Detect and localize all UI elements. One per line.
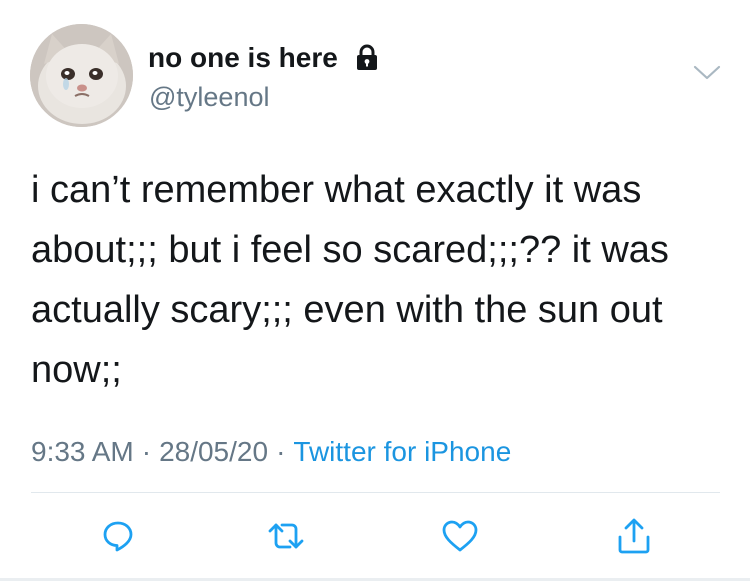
reply-icon bbox=[103, 521, 133, 552]
retweet-button[interactable] bbox=[264, 514, 308, 558]
avatar-image bbox=[30, 24, 133, 127]
tweet-time[interactable]: 9:33 AM bbox=[31, 436, 134, 467]
heart-icon bbox=[442, 520, 478, 552]
meta-separator: · bbox=[276, 436, 286, 467]
tweet-date[interactable]: 28/05/20 bbox=[159, 436, 268, 467]
divider bbox=[31, 492, 720, 493]
reply-button[interactable] bbox=[96, 514, 140, 558]
meta-separator: · bbox=[141, 436, 152, 467]
avatar[interactable] bbox=[30, 24, 133, 127]
username-handle[interactable]: @tyleenol bbox=[149, 80, 269, 114]
tweet-source-link[interactable]: Twitter for iPhone bbox=[293, 436, 511, 467]
retweet-icon bbox=[268, 523, 304, 549]
tweet-meta: 9:33 AM · 28/05/20 · Twitter for iPhone bbox=[31, 435, 511, 469]
display-name[interactable]: no one is here bbox=[148, 40, 338, 76]
like-button[interactable] bbox=[438, 514, 482, 558]
share-icon bbox=[618, 518, 650, 554]
tweet-text: i can’t remember what exactly it was abo… bbox=[31, 169, 669, 391]
share-button[interactable] bbox=[612, 514, 656, 558]
lock-icon bbox=[357, 44, 377, 70]
chevron-down-icon[interactable] bbox=[693, 64, 721, 82]
